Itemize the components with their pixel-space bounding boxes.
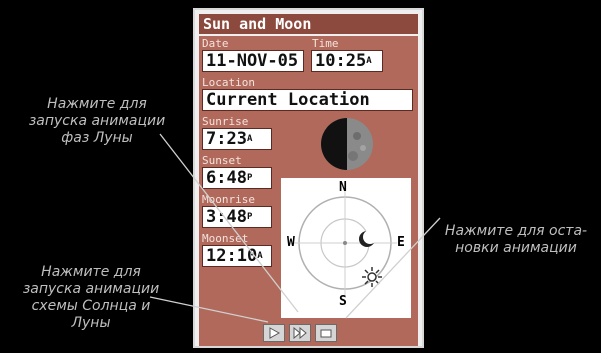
callout-sun-moon-animation: Нажмите для запуска анимации схемы Солнц… [22,264,160,331]
callout-stop-animation: Нажмите для оста- новки анимации [444,223,588,256]
callout-moon-phase: Нажмите для запуска анимации фаз Луны [28,96,166,146]
